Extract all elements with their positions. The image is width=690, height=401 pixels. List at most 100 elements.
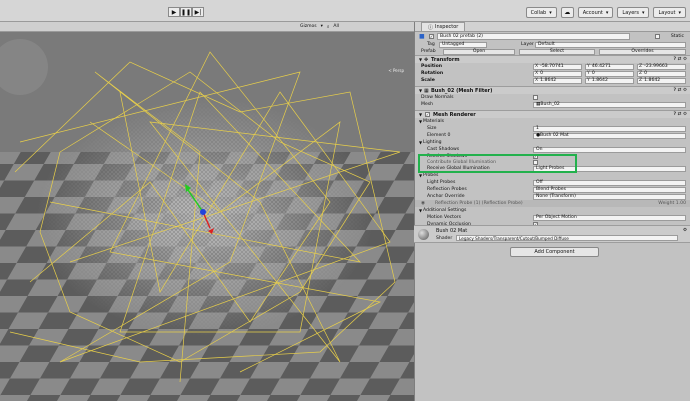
scene-toolbar: Gizmos ▾ ⌕ All: [0, 22, 414, 32]
fold-open-icon: ▼: [419, 57, 423, 62]
draw-normals-checkbox[interactable]: [533, 95, 538, 100]
material-section: Bush 02 Mat Shader Legacy Shaders/Transp…: [414, 225, 690, 243]
collab-dropdown[interactable]: Collab ▾: [525, 7, 557, 18]
static-label: Static: [670, 34, 684, 39]
scene-search-field[interactable]: All: [333, 24, 339, 29]
fold-open-icon: ▼: [419, 112, 423, 117]
search-icon: ⌕: [326, 24, 330, 30]
additional-settings-foldout[interactable]: ▼ Additional Settings: [415, 207, 690, 214]
prefab-row: Prefab Open Select Overrides: [415, 48, 690, 55]
play-button[interactable]: ▶: [168, 7, 180, 17]
position-y-field[interactable]: Y 46.4271: [585, 63, 634, 70]
cast-shadows-dropdown[interactable]: On: [533, 146, 686, 153]
mesh-renderer-header[interactable]: ▼ ✓ Mesh Renderer ? ⇄ ⚙: [415, 110, 690, 118]
shader-label: Shader: [436, 236, 453, 241]
tag-layer-row: Tag Untagged Layer Default: [415, 41, 690, 48]
component-menu-icon[interactable]: ? ⇄ ⚙: [673, 88, 687, 93]
materials-size-field[interactable]: 1: [533, 125, 686, 132]
persp-label[interactable]: < Persp: [388, 68, 404, 73]
prefab-overrides-button[interactable]: Overrides: [599, 48, 686, 55]
chevron-down-icon: ▾: [549, 9, 552, 16]
pause-button[interactable]: ❚❚: [180, 7, 192, 17]
rotation-row: Rotation X0 Y0 Z0: [415, 70, 690, 77]
tag-dropdown[interactable]: Untagged: [439, 41, 487, 48]
rotation-y-field[interactable]: Y0: [585, 70, 634, 77]
annotation-highlight-box: [418, 154, 577, 173]
inspector-tab-bar: ⓘ Inspector: [415, 22, 690, 32]
scale-z-field[interactable]: Z 1.8642: [637, 77, 686, 84]
mesh-row: Mesh ▦ Bush_02: [415, 101, 690, 108]
material-menu-icon[interactable]: ⚙: [683, 228, 687, 233]
account-dropdown[interactable]: Account ▾: [577, 7, 614, 18]
mesh-object-field[interactable]: ▦ Bush_02: [533, 101, 686, 108]
chevron-down-icon: ▾: [641, 9, 645, 16]
element-0-field[interactable]: ● Bush 02 Mat: [533, 132, 686, 139]
scene-viewport[interactable]: [0, 32, 414, 401]
reflection-probes-dropdown[interactable]: Blend Probes: [533, 186, 686, 193]
draw-normals-row: Draw Normals: [415, 94, 690, 101]
transform-icon: ✥: [424, 56, 429, 63]
mesh-filter-icon: ▦: [424, 87, 429, 94]
scene-view[interactable]: Gizmos ▾ ⌕ All < Persp: [0, 22, 414, 401]
probes-foldout[interactable]: ▼ Probes: [415, 172, 690, 179]
chevron-down-icon: ▾: [320, 24, 323, 29]
element-0-row: Element 0 ● Bush 02 Mat: [415, 132, 690, 139]
motion-vectors-row: Motion Vectors Per Object Motion: [415, 214, 690, 221]
play-icon: ▶: [171, 8, 177, 16]
shader-dropdown[interactable]: Legacy Shaders/Transparent/Cutout/Bumped…: [456, 235, 678, 241]
pause-icon: ❚❚: [180, 8, 192, 16]
step-icon: ▶|: [194, 8, 202, 16]
cloud-icon: ☁: [564, 9, 571, 16]
anchor-override-row: Anchor Override None (Transform): [415, 193, 690, 200]
mesh-renderer-enabled-checkbox[interactable]: ✓: [425, 112, 430, 117]
component-menu-icon[interactable]: ? ⇄ ⚙: [673, 57, 687, 62]
fold-open-icon: ▼: [419, 140, 423, 145]
reflection-probe-entry-row: ◉ Reflection Probe (1) (Reflection Probe…: [415, 200, 690, 207]
materials-size-row: Size 1: [415, 125, 690, 132]
step-button[interactable]: ▶|: [192, 7, 204, 17]
unity-editor: ▶ ❚❚ ▶| Collab ▾ ☁ Account ▾ Layers ▾ Layou…: [0, 0, 690, 401]
layers-dropdown[interactable]: Layers ▾: [617, 7, 650, 18]
materials-foldout[interactable]: ▼ Materials: [415, 118, 690, 125]
chevron-down-icon: ▾: [605, 9, 609, 16]
prefab-select-button[interactable]: Select: [519, 48, 595, 55]
reflection-probe-icon: ◉: [421, 201, 426, 206]
light-probes-dropdown[interactable]: Off: [533, 179, 686, 186]
static-checkbox[interactable]: [655, 34, 660, 39]
anchor-override-field[interactable]: None (Transform): [533, 193, 686, 200]
position-z-field[interactable]: Z -23.99663: [637, 63, 686, 70]
main-toolbar: ▶ ❚❚ ▶| Collab ▾ ☁ Account ▾ Layers ▾ Layou…: [0, 0, 690, 22]
layer-dropdown[interactable]: Default: [535, 41, 686, 48]
transform-header[interactable]: ▼ ✥ Transform ? ⇄ ⚙: [415, 55, 690, 63]
component-menu-icon[interactable]: ? ⇄ ⚙: [673, 112, 687, 117]
material-preview-icon: [418, 229, 429, 240]
motion-vectors-dropdown[interactable]: Per Object Motion: [533, 214, 686, 221]
fold-open-icon: ▼: [419, 119, 423, 124]
gizmos-dropdown[interactable]: Gizmos: [300, 24, 317, 29]
cast-shadows-row: Cast Shadows On: [415, 146, 690, 153]
rotation-z-field[interactable]: Z0: [637, 70, 686, 77]
position-x-field[interactable]: X -58.70741: [533, 63, 582, 70]
active-checkbox[interactable]: ✓: [429, 34, 434, 39]
scale-row: Scale X 1.8642 Y 1.8642 Z 1.8642: [415, 77, 690, 84]
tab-inspector[interactable]: ⓘ Inspector: [421, 22, 466, 31]
fold-open-icon: ▼: [419, 173, 423, 178]
rotation-x-field[interactable]: X0: [533, 70, 582, 77]
mesh-filter-header[interactable]: ▼ ▦ Bush_02 (Mesh Filter) ? ⇄ ⚙: [415, 86, 690, 94]
material-title: Bush 02 Mat: [436, 228, 468, 234]
object-name-field[interactable]: Bush 02 prefab (2): [437, 33, 630, 40]
fold-open-icon: ▼: [419, 88, 423, 93]
cloud-button[interactable]: ☁: [560, 7, 574, 18]
position-row: Position X -58.70741 Y 46.4271 Z -23.99663: [415, 63, 690, 70]
scale-x-field[interactable]: X 1.8642: [533, 77, 582, 84]
add-component-button[interactable]: Add Component: [510, 247, 599, 257]
layout-dropdown[interactable]: Layout ▾: [653, 7, 686, 18]
inspector-panel: ⓘ Inspector ■ ✓ Bush 02 prefab (2) Stati…: [414, 22, 690, 401]
info-icon: ⓘ: [428, 24, 434, 31]
cube-icon: ■: [419, 33, 425, 40]
fold-open-icon: ▼: [419, 208, 423, 213]
object-header: ■ ✓ Bush 02 prefab (2) Static: [415, 32, 690, 41]
scale-y-field[interactable]: Y 1.8642: [585, 77, 634, 84]
lighting-foldout[interactable]: ▼ Lighting: [415, 139, 690, 146]
prefab-open-button[interactable]: Open: [443, 48, 515, 55]
